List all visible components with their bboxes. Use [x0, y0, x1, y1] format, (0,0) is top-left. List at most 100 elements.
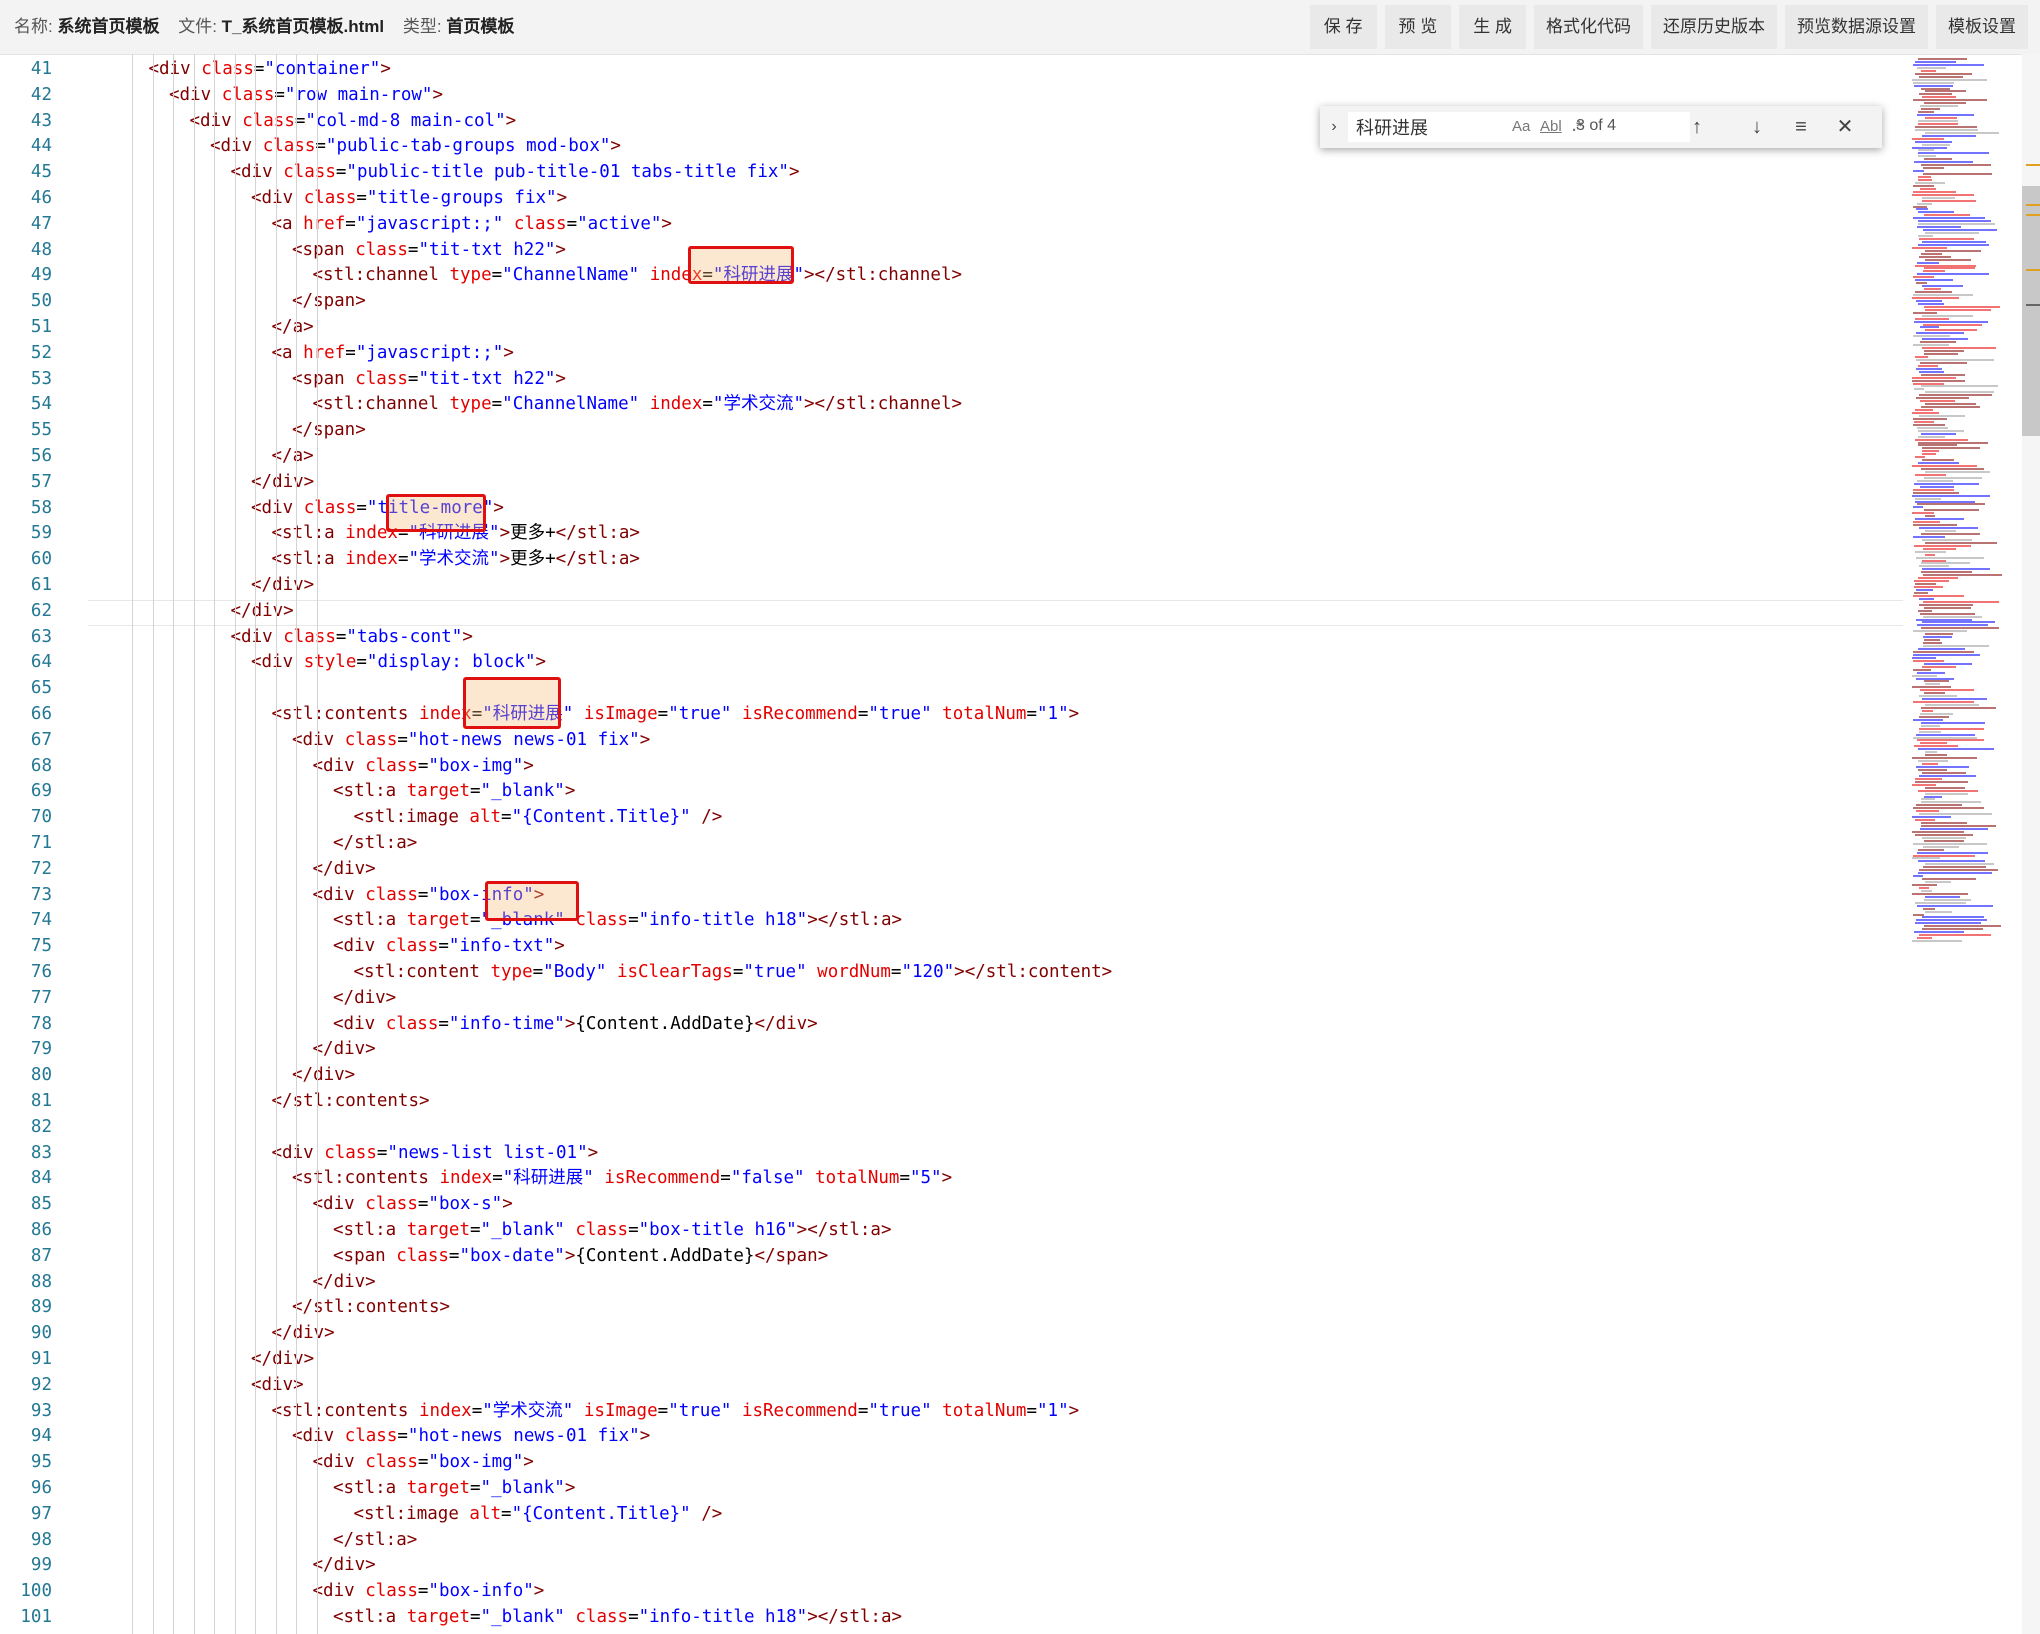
template-settings-button[interactable]: 模板设置: [1936, 5, 2028, 49]
code-line[interactable]: <span class="tit-txt h22">: [292, 367, 566, 393]
code-line[interactable]: <div class="box-img">: [313, 1450, 534, 1476]
code-line[interactable]: <stl:a index="科研进展">更多+</stl:a>: [272, 521, 640, 547]
minimap-line: [1923, 229, 1997, 232]
code-line[interactable]: <div class="box-info">: [313, 1579, 545, 1605]
code-line[interactable]: <div class="col-md-8 main-col">: [190, 109, 517, 135]
code-line[interactable]: <stl:contents index="科研进展" isRecommend="…: [292, 1166, 952, 1192]
code-line[interactable]: <div class="box-img">: [313, 754, 534, 780]
code-line[interactable]: <span class="box-date">{Content.AddDate}…: [333, 1244, 828, 1270]
code-area[interactable]: <div class="container"> <div class="row m…: [88, 54, 1908, 1634]
code-line[interactable]: <div class="hot-news news-01 fix">: [292, 1424, 650, 1450]
code-line[interactable]: </span>: [292, 289, 366, 315]
next-match-arrow-down-icon[interactable]: ↓: [1742, 112, 1772, 142]
code-line[interactable]: </div>: [292, 1063, 355, 1089]
preview-datasource-button[interactable]: 预览数据源设置: [1785, 5, 1928, 49]
code-line[interactable]: <stl:a target="_blank">: [333, 779, 575, 805]
minimap-line: [1915, 355, 1928, 358]
code-line[interactable]: </div>: [272, 1321, 335, 1347]
whole-word-toggle[interactable]: Abl: [1540, 116, 1562, 138]
code-line[interactable]: <stl:image alt="{Content.Title}" />: [354, 1502, 723, 1528]
code-line[interactable]: <stl:a target="_blank">: [333, 1476, 575, 1502]
scrollbar-thumb[interactable]: [2022, 186, 2040, 436]
code-line[interactable]: <a href="javascript:;">: [272, 341, 514, 367]
find-in-selection-icon[interactable]: ≡: [1786, 112, 1816, 142]
code-line[interactable]: <stl:contents index="科研进展" isImage="true…: [272, 702, 1080, 728]
code-line[interactable]: </stl:a>: [333, 1528, 417, 1554]
code-line[interactable]: <stl:a target="_blank" class="info-title…: [333, 1605, 902, 1631]
code-line[interactable]: <div class="title-groups fix">: [251, 186, 567, 212]
code-line[interactable]: <div class="row main-row">: [169, 83, 443, 109]
code-line[interactable]: </div>: [333, 986, 396, 1012]
minimap-line: [1917, 503, 1985, 506]
code-line[interactable]: <span class="tit-txt h22">: [292, 238, 566, 264]
minimap[interactable]: [1908, 54, 2020, 954]
restore-history-button[interactable]: 还原历史版本: [1651, 5, 1777, 49]
line-number: 97: [30, 1503, 52, 1524]
close-find-icon[interactable]: ✕: [1830, 112, 1860, 142]
minimap-line: [1921, 825, 1996, 827]
name-label: 名称:: [14, 17, 53, 36]
vertical-scrollbar[interactable]: [2022, 54, 2040, 1634]
code-line[interactable]: <div class="news-list list-01">: [272, 1141, 599, 1167]
minimap-line: [1916, 677, 1954, 680]
minimap-line: [1925, 895, 1960, 898]
indent-guide: [275, 54, 277, 1634]
code-line[interactable]: <div class="container">: [149, 57, 391, 83]
code-line[interactable]: </a>: [272, 315, 314, 341]
minimap-line: [1923, 574, 2002, 577]
previous-match-arrow-up-icon[interactable]: ↑: [1682, 112, 1712, 142]
format-code-button[interactable]: 格式化代码: [1534, 5, 1643, 49]
code-line[interactable]: </a>: [272, 444, 314, 470]
code-line[interactable]: <div class="public-tab-groups mod-box">: [210, 134, 621, 160]
minimap-line: [1915, 125, 1977, 128]
minimap-line: [1921, 164, 1991, 167]
minimap-line: [1925, 515, 1935, 518]
save-button[interactable]: 保 存: [1309, 5, 1377, 49]
code-line[interactable]: <stl:a index="学术交流">更多+</stl:a>: [272, 547, 640, 573]
code-line[interactable]: <stl:channel type="ChannelName" index="科…: [313, 263, 963, 289]
line-number: 94: [30, 1426, 52, 1447]
minimap-line: [1920, 612, 1975, 615]
code-line[interactable]: <stl:channel type="ChannelName" index="学…: [313, 392, 963, 418]
minimap-line: [1918, 220, 1991, 223]
code-line[interactable]: <stl:contents index="学术交流" isImage="true…: [272, 1399, 1080, 1425]
code-line[interactable]: </div>: [251, 1347, 314, 1373]
code-line[interactable]: </div>: [231, 599, 294, 625]
code-line[interactable]: </span>: [292, 418, 366, 444]
preview-button[interactable]: 预 览: [1384, 5, 1452, 49]
code-line[interactable]: </div>: [313, 1270, 376, 1296]
minimap-line: [1922, 538, 1972, 541]
minimap-line: [1918, 302, 1944, 305]
code-line[interactable]: </stl:a>: [333, 831, 417, 857]
toggle-replace-chevron-icon[interactable]: ›: [1326, 114, 1342, 140]
match-case-toggle[interactable]: Aa: [1512, 116, 1530, 138]
code-line[interactable]: <div class="box-info">: [313, 883, 545, 909]
code-line[interactable]: <stl:image alt="{Content.Title}" />: [354, 805, 723, 831]
minimap-line: [1917, 261, 1939, 264]
code-editor[interactable]: 41 42 43 44 45 46 47 48 49 50 51 52 53 54 55 56 57 58 59 60…: [0, 54, 2040, 1634]
code-line[interactable]: <div class="hot-news news-01 fix">: [292, 728, 650, 754]
minimap-line: [1921, 889, 1932, 892]
minimap-line: [1912, 830, 1964, 833]
generate-button[interactable]: 生 成: [1459, 5, 1526, 49]
code-line[interactable]: <a href="javascript:;" class="active">: [272, 212, 672, 238]
code-line[interactable]: <stl:a target="_blank" class="info-title…: [333, 908, 902, 934]
code-line[interactable]: </div>: [313, 1037, 376, 1063]
minimap-line: [1925, 683, 1940, 686]
minimap-line: [1921, 373, 1965, 376]
code-line[interactable]: <div class="box-s">: [313, 1192, 513, 1218]
minimap-line: [1916, 397, 1969, 400]
code-line[interactable]: </div>: [251, 573, 314, 599]
minimap-line: [1915, 264, 1976, 267]
code-line[interactable]: <stl:a target="_blank" class="box-title …: [333, 1218, 891, 1244]
code-line[interactable]: </div>: [313, 1553, 376, 1579]
code-line[interactable]: <stl:content type="Body" isClearTags="tr…: [354, 960, 1113, 986]
code-line[interactable]: <div class="info-time">{Content.AddDate}…: [333, 1012, 818, 1038]
minimap-line: [1925, 541, 1997, 544]
code-line[interactable]: <div class="tabs-cont">: [231, 625, 473, 651]
minimap-line: [1913, 217, 1985, 220]
code-line[interactable]: <div class="info-txt">: [333, 934, 565, 960]
code-line[interactable]: <div class="title-more">: [251, 496, 504, 522]
code-line[interactable]: </div>: [313, 857, 376, 883]
code-line[interactable]: </div>: [251, 470, 314, 496]
